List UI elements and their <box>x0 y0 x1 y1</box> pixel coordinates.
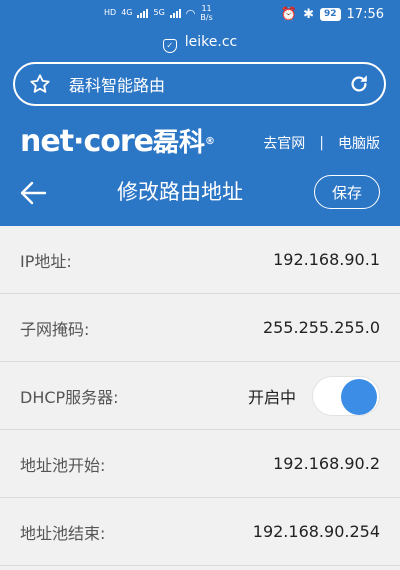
star-icon[interactable] <box>29 73 51 95</box>
tab-title: 磊科智能路由 <box>69 76 166 95</box>
page-title-bar[interactable]: 磊科智能路由 <box>13 62 386 106</box>
network-indicators: HD 4G 5G ◠ 11 B/s <box>104 4 213 22</box>
status-bar: HD 4G 5G ◠ 11 B/s ⏰ ✱ 92 17:56 <box>0 0 400 32</box>
top-bar: HD 4G 5G ◠ 11 B/s ⏰ ✱ 92 17:56 ✓ leike.cc … <box>0 0 400 226</box>
pool-start-row[interactable]: 地址池开始: 192.168.90.2 <box>0 430 400 498</box>
logo-text: net·core <box>20 124 154 159</box>
dhcp-status: 开启中 <box>247 387 296 407</box>
bluetooth-icon: ✱ <box>303 7 314 22</box>
subnet-mask-value[interactable]: 255.255.255.0 <box>263 318 380 337</box>
subnet-mask-row[interactable]: 子网掩码: 255.255.255.0 <box>0 294 400 362</box>
signal-icon <box>137 8 149 18</box>
net-type-right: 5G <box>153 8 165 17</box>
ip-address-value[interactable]: 192.168.90.1 <box>273 250 380 269</box>
ip-address-row[interactable]: IP地址: 192.168.90.1 <box>0 226 400 294</box>
pool-end-value[interactable]: 192.168.90.254 <box>253 522 380 541</box>
registered-mark: ® <box>205 136 215 147</box>
pool-start-label: 地址池开始: <box>20 455 106 475</box>
reload-icon[interactable] <box>348 73 370 95</box>
subnet-mask-label: 子网掩码: <box>20 319 90 339</box>
dhcp-row: DHCP服务器: 开启中 <box>0 362 400 430</box>
official-site-link[interactable]: 去官网 <box>263 133 305 153</box>
dhcp-toggle[interactable] <box>312 375 380 416</box>
pool-start-value[interactable]: 192.168.90.2 <box>273 454 380 473</box>
pool-end-row[interactable]: 地址池结束: 192.168.90.254 <box>0 498 400 566</box>
hd-badge: HD <box>104 8 117 17</box>
shield-icon: ✓ <box>162 39 177 53</box>
desktop-version-link[interactable]: 电脑版 <box>338 133 380 153</box>
dhcp-toggle-group: 开启中 <box>247 375 380 416</box>
logo-cn: 磊科 <box>152 128 205 158</box>
url-bar[interactable]: ✓ leike.cc <box>0 34 400 53</box>
page-header: 修改路由地址 保存 <box>0 172 400 214</box>
battery-icon: 92 <box>320 8 341 21</box>
dhcp-label: DHCP服务器: <box>20 387 119 407</box>
network-speed: 11 B/s <box>200 4 213 22</box>
pool-end-label: 地址池结束: <box>20 523 106 543</box>
site-links: 去官网 | 电脑版 <box>263 133 380 153</box>
status-right: ⏰ ✱ 92 17:56 <box>281 7 384 22</box>
alarm-icon: ⏰ <box>280 7 298 22</box>
page-title: 修改路由地址 <box>117 180 243 204</box>
link-separator: | <box>319 135 324 151</box>
toggle-knob <box>341 378 377 415</box>
clock: 17:56 <box>346 7 384 22</box>
ip-address-label: IP地址: <box>20 251 72 271</box>
url-text: leike.cc <box>184 34 238 50</box>
save-button[interactable]: 保存 <box>314 175 380 209</box>
net-type-left: 4G <box>121 8 133 17</box>
wifi-icon: ◠ <box>185 6 196 20</box>
signal-icon-2 <box>169 8 181 18</box>
brand-logo: net·core磊科® <box>20 124 215 160</box>
settings-list: IP地址: 192.168.90.1 子网掩码: 255.255.255.0 D… <box>0 226 400 566</box>
